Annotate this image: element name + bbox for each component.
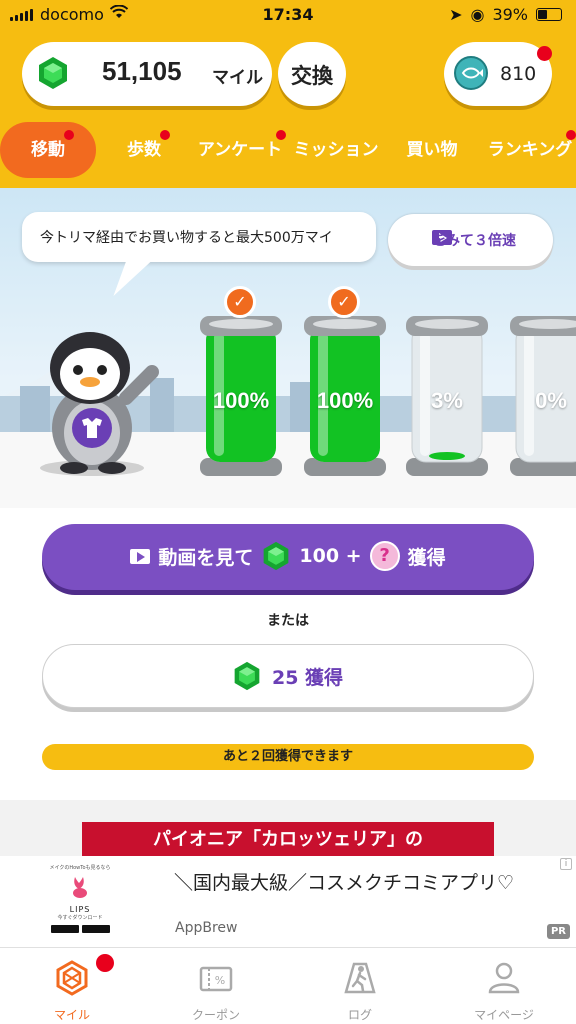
notification-dot bbox=[537, 46, 552, 61]
tab-move[interactable]: 移動 bbox=[0, 122, 96, 178]
ad-title: ＼国内最大級／コスメクチコミアプリ♡ bbox=[174, 872, 515, 894]
tube-2: ✓ 100% bbox=[300, 286, 390, 482]
tab-label: ミッション bbox=[293, 140, 379, 160]
get-label: 25 獲得 bbox=[271, 666, 344, 689]
notification-dot bbox=[160, 130, 170, 140]
coupon-icon: % bbox=[199, 966, 233, 992]
ad-info-icon[interactable]: i bbox=[560, 858, 572, 870]
tab-label: アンケート bbox=[197, 140, 283, 160]
notification-dot bbox=[64, 130, 74, 140]
nav-label: マイル bbox=[53, 1008, 90, 1022]
tab-steps[interactable]: 歩数 bbox=[108, 122, 180, 178]
tab-survey[interactable]: アンケート bbox=[194, 122, 286, 178]
speech-bubble: 今トリマ経由でお買い物すると最大500万マイ bbox=[22, 212, 376, 262]
tab-label: 移動 bbox=[31, 140, 65, 160]
coin-value: 810 bbox=[500, 63, 537, 85]
video-icon bbox=[130, 548, 151, 564]
check-badge-icon: ✓ bbox=[224, 286, 256, 318]
ad-pr-badge: PR bbox=[546, 924, 570, 939]
ad-brand: AppBrew bbox=[175, 920, 238, 936]
check-badge-icon: ✓ bbox=[328, 286, 360, 318]
nav-coupon[interactable]: % クーポン bbox=[144, 948, 288, 1024]
watch-suffix: 獲得 bbox=[407, 546, 446, 569]
miles-unit: マイル bbox=[212, 68, 263, 88]
ad-logo-sub: 今すぐダウンロード bbox=[57, 915, 103, 921]
watch-video-button[interactable]: 動画を見て 100 + ? 獲得 bbox=[42, 524, 534, 590]
remaining-count-bar: あと２回獲得できます bbox=[42, 744, 534, 770]
tube-percent: 100% bbox=[212, 388, 270, 413]
tab-ranking[interactable]: ランキング bbox=[484, 122, 576, 178]
coin-balance[interactable]: 810 bbox=[444, 42, 552, 106]
battery-percent: 39% bbox=[492, 5, 528, 24]
tube-1: ✓ 100% bbox=[196, 286, 286, 482]
exchange-label: 交換 bbox=[291, 64, 333, 88]
category-tabs: 移動 歩数 アンケート ミッション 買い物 ランキング bbox=[0, 122, 576, 178]
speed-up-label: をみて３倍速 bbox=[432, 233, 516, 249]
ad-logo-name: LIPS bbox=[69, 905, 91, 914]
store-badges bbox=[44, 925, 116, 933]
gem-icon bbox=[39, 57, 67, 89]
tab-label: 歩数 bbox=[127, 140, 161, 160]
ad-logo: メイクのHowToも見るなら LIPS 今すぐダウンロード bbox=[44, 864, 116, 938]
speech-text: 今トリマ経由でお買い物すると最大500万マイ bbox=[40, 230, 333, 246]
nav-log[interactable]: ログ bbox=[288, 948, 432, 1024]
walking-log-icon bbox=[344, 962, 376, 994]
notification-dot bbox=[276, 130, 286, 140]
miles-value: 51,105 bbox=[102, 56, 182, 86]
orientation-lock-icon: ◉ bbox=[470, 5, 485, 24]
ad-logo-tagline: メイクのHowToも見るなら bbox=[49, 865, 111, 871]
tab-label: ランキング bbox=[487, 140, 573, 160]
mystery-bonus-icon: ? bbox=[369, 541, 400, 571]
person-icon bbox=[488, 962, 520, 994]
svg-text:%: % bbox=[215, 974, 225, 987]
tab-label: 買い物 bbox=[406, 140, 458, 160]
tube-4: 0% bbox=[506, 312, 576, 482]
gem-icon bbox=[234, 661, 260, 691]
tube-percent: 3% bbox=[431, 388, 463, 413]
rabbit-logo-icon bbox=[73, 877, 87, 898]
nav-miles[interactable]: マイル bbox=[0, 948, 144, 1024]
tube-percent: 100% bbox=[316, 388, 374, 413]
nav-label: ログ bbox=[347, 1008, 372, 1022]
tube-3: 3% bbox=[402, 312, 492, 482]
tab-mission[interactable]: ミッション bbox=[292, 122, 380, 178]
ad-banner[interactable]: メイクのHowToも見るなら LIPS 今すぐダウンロード ＼国内最大級／コスメ… bbox=[0, 856, 576, 948]
nav-label: マイページ bbox=[474, 1008, 534, 1022]
coin-icon bbox=[454, 56, 488, 90]
or-label: または bbox=[267, 613, 309, 629]
header: 51,105 マイル 交換 810 移動 歩数 アンケート ミッション 買い物 bbox=[0, 30, 576, 188]
penguin-mascot bbox=[40, 332, 159, 476]
move-hero: 今トリマ経由でお買い物すると最大500万マイ をみて３倍速 ✓ 100% ✓ 1… bbox=[0, 188, 576, 508]
notification-dot bbox=[96, 954, 114, 972]
location-icon: ➤ bbox=[449, 5, 463, 24]
battery-icon bbox=[536, 8, 562, 21]
watch-amount: 100 + bbox=[299, 545, 362, 567]
status-bar: docomo 17:34 ➤ ◉ 39% bbox=[0, 0, 576, 30]
speech-bubble-tail bbox=[113, 260, 153, 296]
get-miles-button[interactable]: 25 獲得 bbox=[42, 644, 534, 708]
promo-banner[interactable]: パイオニア「カロッツェリア」の bbox=[82, 822, 494, 858]
gem-icon bbox=[264, 541, 289, 571]
bottom-nav: マイル % クーポン ログ マイページ bbox=[0, 948, 576, 1024]
tube-percent: 0% bbox=[535, 388, 567, 413]
nav-label: クーポン bbox=[191, 1008, 240, 1022]
nav-mypage[interactable]: マイページ bbox=[432, 948, 576, 1024]
tab-shopping[interactable]: 買い物 bbox=[398, 122, 466, 178]
speed-up-video-button[interactable]: をみて３倍速 bbox=[388, 214, 553, 266]
watch-prefix: 動画を見て bbox=[158, 546, 254, 569]
miles-balance[interactable]: 51,105 マイル bbox=[22, 42, 272, 106]
notification-dot bbox=[566, 130, 576, 140]
exchange-button[interactable]: 交換 bbox=[278, 42, 346, 106]
miles-hex-icon bbox=[56, 960, 88, 996]
